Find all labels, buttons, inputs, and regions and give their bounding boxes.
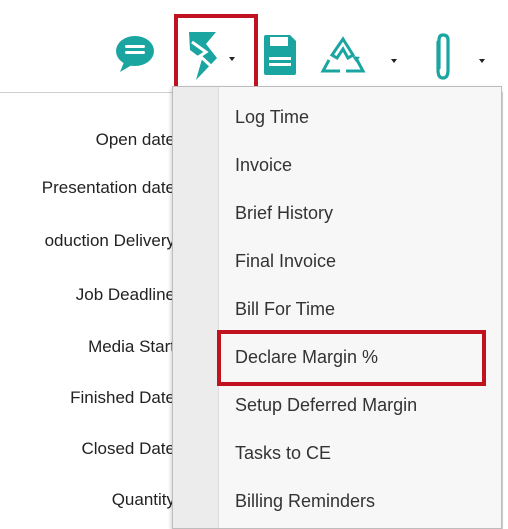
closed-date-label: Closed Date (81, 439, 175, 458)
billing-icon[interactable] (186, 28, 220, 82)
menu-item-invoice[interactable]: Invoice (219, 142, 499, 188)
menu-item-final-invoice[interactable]: Final Invoice (219, 238, 499, 284)
save-icon[interactable] (262, 33, 298, 77)
menu-item-brief-history[interactable]: Brief History (219, 190, 499, 236)
job-dates-form: Open date Presentation date oduction Del… (0, 92, 175, 529)
quantity-label: Quantity (111, 490, 175, 509)
open-date-label: Open date (95, 130, 175, 149)
declare-margin-highlight (217, 330, 486, 386)
menu-item-setup-deferred-margin[interactable]: Setup Deferred Margin (219, 382, 499, 428)
menu-icon-rail (173, 87, 219, 528)
menu-item-log-time[interactable]: Log Time (219, 94, 499, 140)
toolbar (0, 0, 508, 100)
media-start-label: Media Start (88, 337, 175, 356)
menu-item-billing-reminders[interactable]: Billing Reminders (219, 478, 499, 524)
production-delivery-label: oduction Delivery (44, 231, 175, 250)
form-divider (0, 92, 175, 93)
job-deadline-label: Job Deadline (75, 285, 175, 304)
menu-item-bill-for-time[interactable]: Bill For Time (219, 286, 499, 332)
recycle-icon[interactable] (320, 36, 366, 76)
attachment-dropdown-caret-icon[interactable] (479, 59, 485, 63)
recycle-dropdown-caret-icon[interactable] (391, 59, 397, 63)
chat-icon[interactable] (114, 34, 156, 74)
paperclip-icon[interactable] (432, 32, 454, 82)
right-panel-divider (502, 92, 503, 529)
menu-item-tasks-to-ce[interactable]: Tasks to CE (219, 430, 499, 476)
presentation-date-label: Presentation date (41, 178, 175, 197)
finished-date-label: Finished Date (70, 388, 175, 407)
billing-dropdown-caret-icon[interactable] (229, 57, 235, 61)
billing-dropdown-menu: Log Time Invoice Brief History Final Inv… (172, 86, 502, 529)
